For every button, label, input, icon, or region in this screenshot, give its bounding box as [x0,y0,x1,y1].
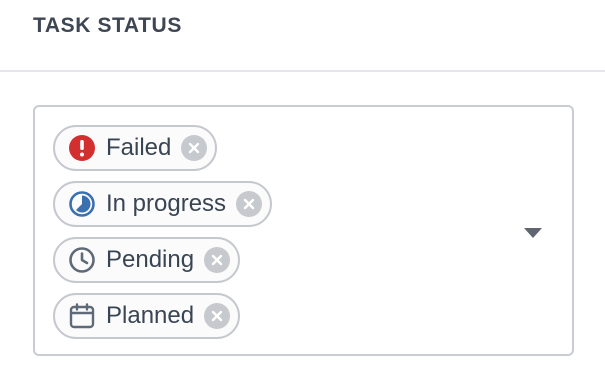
chevron-down-icon[interactable] [524,228,542,238]
close-icon [211,310,223,322]
remove-pending-button[interactable] [204,247,231,273]
clock-icon [67,245,97,275]
remove-in-progress-button[interactable] [236,191,263,217]
remove-failed-button[interactable] [181,135,208,161]
close-icon [243,198,255,210]
task-status-panel: TASK STATUS Failed In progress Pending P… [0,0,605,378]
error-icon [67,133,97,163]
remove-planned-button[interactable] [204,303,231,329]
section-title: TASK STATUS [33,14,182,37]
chip-failed: Failed [53,125,218,171]
chip-label: In progress [106,190,227,217]
task-status-multiselect[interactable]: Failed In progress Pending Planned [33,105,574,356]
chip-label: Pending [106,246,195,273]
chip-label: Planned [106,302,195,329]
chip-label: Failed [106,134,172,161]
chip-planned: Planned [53,293,241,339]
chip-in-progress: In progress [53,181,273,227]
close-icon [189,142,200,154]
progress-clock-icon [67,189,97,219]
calendar-icon [67,301,97,331]
divider [0,70,605,72]
close-icon [211,254,223,266]
chip-pending: Pending [53,237,241,283]
